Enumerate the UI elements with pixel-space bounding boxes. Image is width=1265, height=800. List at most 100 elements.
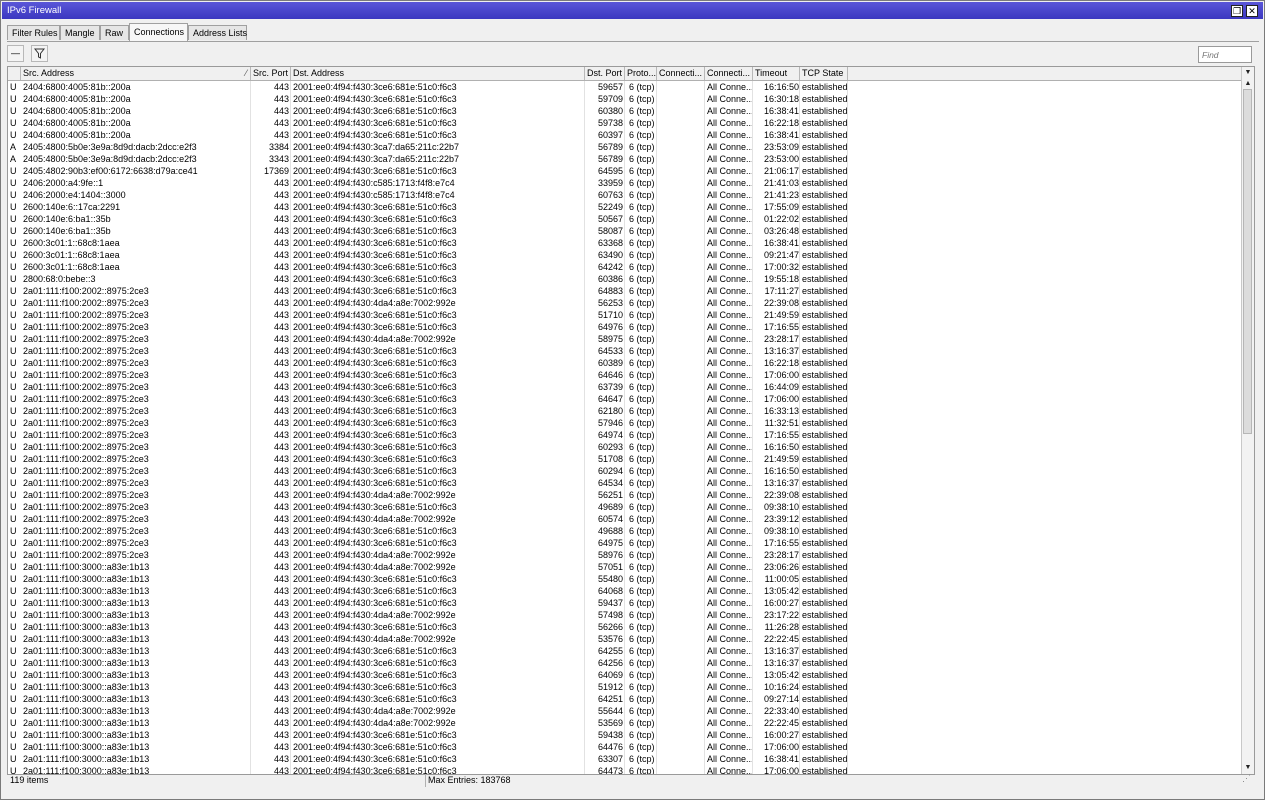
column-header-protocol[interactable]: Proto... — [625, 67, 657, 80]
column-header-flags[interactable] — [8, 67, 21, 80]
table-row[interactable]: U 2a01:111:f100:2002::8975:2ce3 443 2001:ee… — [8, 453, 1242, 465]
timeout-cell: 23:17:22 — [763, 610, 799, 620]
connection-type-cell: All Conne... — [707, 502, 752, 512]
table-row[interactable]: U 2a01:111:f100:3000::a83e:1b13 443 2001:ee… — [8, 669, 1242, 681]
remove-button[interactable] — [7, 45, 24, 62]
table-row[interactable]: U 2404:6800:4005:81b::200a 443 2001:ee0:4f9… — [8, 105, 1242, 117]
flag-cell: U — [10, 238, 17, 248]
scroll-menu-icon[interactable]: ▼ — [1242, 67, 1254, 79]
table-row[interactable]: U 2405:4802:90b3:ef00:6172:6638:d79a:ce41… — [8, 165, 1242, 177]
column-header-tcp-state[interactable]: TCP State — [800, 67, 848, 80]
filter-button[interactable] — [31, 45, 48, 62]
table-row[interactable]: U 2a01:111:f100:2002::8975:2ce3 443 2001:ee… — [8, 333, 1242, 345]
timeout-cell: 16:16:50 — [763, 466, 799, 476]
table-row[interactable]: U 2a01:111:f100:3000::a83e:1b13 443 2001:ee… — [8, 585, 1242, 597]
table-row[interactable]: U 2404:6800:4005:81b::200a 443 2001:ee0:4f9… — [8, 93, 1242, 105]
table-row[interactable]: U 2a01:111:f100:2002::8975:2ce3 443 2001:ee… — [8, 309, 1242, 321]
table-row[interactable]: U 2a01:111:f100:3000::a83e:1b13 443 2001:ee… — [8, 633, 1242, 645]
table-row[interactable]: U 2600:3c01:1::68c8:1aea 443 2001:ee0:4f94:… — [8, 249, 1242, 261]
tab-address-lists[interactable]: Address Lists — [188, 25, 247, 40]
table-row[interactable]: U 2600:3c01:1::68c8:1aea 443 2001:ee0:4f94:… — [8, 237, 1242, 249]
table-row[interactable]: U 2600:140e:6:ba1::35b 443 2001:ee0:4f94:f4… — [8, 225, 1242, 237]
timeout-cell: 16:30:18 — [763, 94, 799, 104]
table-row[interactable]: A 2405:4800:5b0e:3e9a:8d9d:dacb:2dcc:e2f3… — [8, 141, 1242, 153]
table-row[interactable]: U 2a01:111:f100:3000::a83e:1b13 443 2001:ee… — [8, 621, 1242, 633]
close-icon[interactable]: ✕ — [1246, 5, 1258, 17]
table-row[interactable]: U 2a01:111:f100:3000::a83e:1b13 443 2001:ee… — [8, 693, 1242, 705]
table-row[interactable]: U 2406:2000:a4:9fe::1 443 2001:ee0:4f94:f43… — [8, 177, 1242, 189]
find-input[interactable] — [1198, 46, 1252, 63]
table-row[interactable]: U 2600:140e:6:ba1::35b 443 2001:ee0:4f94:f4… — [8, 213, 1242, 225]
connection-type-cell: All Conne... — [707, 394, 752, 404]
table-row[interactable]: U 2a01:111:f100:2002::8975:2ce3 443 2001:ee… — [8, 441, 1242, 453]
table-row[interactable]: U 2a01:111:f100:3000::a83e:1b13 443 2001:ee… — [8, 645, 1242, 657]
column-header-dst-port[interactable]: Dst. Port — [585, 67, 625, 80]
tab-raw[interactable]: Raw — [100, 25, 129, 40]
restore-icon[interactable]: ❐ — [1231, 5, 1243, 17]
tab-connections[interactable]: Connections — [129, 23, 188, 41]
table-row[interactable]: U 2a01:111:f100:3000::a83e:1b13 443 2001:ee… — [8, 729, 1242, 741]
table-row[interactable]: U 2a01:111:f100:3000::a83e:1b13 443 2001:ee… — [8, 681, 1242, 693]
table-row[interactable]: U 2a01:111:f100:2002::8975:2ce3 443 2001:ee… — [8, 549, 1242, 561]
table-row[interactable]: U 2a01:111:f100:2002::8975:2ce3 443 2001:ee… — [8, 429, 1242, 441]
table-row[interactable]: U 2404:6800:4005:81b::200a 443 2001:ee0:4f9… — [8, 129, 1242, 141]
table-row[interactable]: U 2a01:111:f100:2002::8975:2ce3 443 2001:ee… — [8, 489, 1242, 501]
table-row[interactable]: U 2a01:111:f100:2002::8975:2ce3 443 2001:ee… — [8, 525, 1242, 537]
column-header-timeout[interactable]: Timeout — [753, 67, 800, 80]
table-row[interactable]: U 2404:6800:4005:81b::200a 443 2001:ee0:4f9… — [8, 81, 1242, 93]
table-row[interactable]: U 2404:6800:4005:81b::200a 443 2001:ee0:4f9… — [8, 117, 1242, 129]
title-bar[interactable]: IPv6 Firewall ❐ ✕ — [2, 2, 1263, 19]
table-row[interactable]: U 2a01:111:f100:2002::8975:2ce3 443 2001:ee… — [8, 501, 1242, 513]
flag-cell: U — [10, 622, 17, 632]
table-row[interactable]: U 2a01:111:f100:2002::8975:2ce3 443 2001:ee… — [8, 321, 1242, 333]
column-header-dst-address[interactable]: Dst. Address — [291, 67, 585, 80]
table-row[interactable]: A 2405:4800:5b0e:3e9a:8d9d:dacb:2dcc:e2f3… — [8, 153, 1242, 165]
vertical-scrollbar[interactable]: ▼ ▲ ▼ — [1241, 67, 1254, 774]
table-row[interactable]: U 2a01:111:f100:3000::a83e:1b13 443 2001:ee… — [8, 573, 1242, 585]
column-header-src-address[interactable]: Src. Address ⁄ — [21, 67, 251, 80]
table-row[interactable]: U 2a01:111:f100:3000::a83e:1b13 443 2001:ee… — [8, 705, 1242, 717]
table-row[interactable]: U 2a01:111:f100:2002::8975:2ce3 443 2001:ee… — [8, 369, 1242, 381]
table-row[interactable]: U 2a01:111:f100:2002::8975:2ce3 443 2001:ee… — [8, 393, 1242, 405]
connection-type-cell: All Conne... — [707, 178, 752, 188]
table-row[interactable]: U 2a01:111:f100:2002::8975:2ce3 443 2001:ee… — [8, 417, 1242, 429]
table-row[interactable]: U 2a01:111:f100:2002::8975:2ce3 443 2001:ee… — [8, 297, 1242, 309]
table-row[interactable]: U 2a01:111:f100:3000::a83e:1b13 443 2001:ee… — [8, 717, 1242, 729]
table-row[interactable]: U 2a01:111:f100:2002::8975:2ce3 443 2001:ee… — [8, 285, 1242, 297]
table-row[interactable]: U 2a01:111:f100:2002::8975:2ce3 443 2001:ee… — [8, 345, 1242, 357]
src-address-cell: 2a01:111:f100:2002::8975:2ce3 — [23, 370, 149, 380]
scroll-up-icon[interactable]: ▲ — [1242, 80, 1254, 88]
table-row[interactable]: U 2800:68:0:bebe::3 443 2001:ee0:4f94:f430:… — [8, 273, 1242, 285]
table-row[interactable]: U 2a01:111:f100:2002::8975:2ce3 443 2001:ee… — [8, 537, 1242, 549]
column-header-connection-type[interactable]: Connecti... — [705, 67, 753, 80]
connection-type-cell: All Conne... — [707, 262, 752, 272]
table-row[interactable]: U 2a01:111:f100:2002::8975:2ce3 443 2001:ee… — [8, 465, 1242, 477]
table-row[interactable]: U 2a01:111:f100:3000::a83e:1b13 443 2001:ee… — [8, 609, 1242, 621]
table-row[interactable]: U 2a01:111:f100:2002::8975:2ce3 443 2001:ee… — [8, 477, 1242, 489]
tab-mangle[interactable]: Mangle — [60, 25, 100, 40]
table-row[interactable]: U 2600:3c01:1::68c8:1aea 443 2001:ee0:4f94:… — [8, 261, 1242, 273]
table-row[interactable]: U 2a01:111:f100:2002::8975:2ce3 443 2001:ee… — [8, 405, 1242, 417]
table-row[interactable]: U 2a01:111:f100:3000::a83e:1b13 443 2001:ee… — [8, 657, 1242, 669]
table-row[interactable]: U 2a01:111:f100:3000::a83e:1b13 443 2001:ee… — [8, 597, 1242, 609]
table-row[interactable]: U 2406:2000:e4:1404::3000 443 2001:ee0:4f94… — [8, 189, 1242, 201]
column-header-connection-mark[interactable]: Connecti... — [657, 67, 705, 80]
table-row[interactable]: U 2a01:111:f100:3000::a83e:1b13 443 2001:ee… — [8, 765, 1242, 774]
table-row[interactable]: U 2a01:111:f100:2002::8975:2ce3 443 2001:ee… — [8, 357, 1242, 369]
table-row[interactable]: U 2a01:111:f100:3000::a83e:1b13 443 2001:ee… — [8, 753, 1242, 765]
resize-grip-icon[interactable]: ⋰ — [1242, 772, 1251, 785]
connection-mark-cell — [659, 585, 704, 597]
table-row[interactable]: U 2600:140e:6::17ca:2291 443 2001:ee0:4f94:… — [8, 201, 1242, 213]
tab-filter-rules[interactable]: Filter Rules — [7, 25, 60, 40]
flag-cell: U — [10, 682, 17, 692]
table-row[interactable]: U 2a01:111:f100:2002::8975:2ce3 443 2001:ee… — [8, 513, 1242, 525]
dst-address-cell: 2001:ee0:4f94:f430:4da4:a8e:7002:992e — [293, 718, 456, 728]
connection-mark-cell — [659, 201, 704, 213]
dst-address-cell: 2001:ee0:4f94:f430:3ce6:681e:51c0:f6c3 — [293, 658, 457, 668]
dst-address-cell: 2001:ee0:4f94:f430:3ce6:681e:51c0:f6c3 — [293, 670, 457, 680]
scrollbar-thumb[interactable] — [1243, 89, 1252, 434]
table-row[interactable]: U 2a01:111:f100:3000::a83e:1b13 443 2001:ee… — [8, 741, 1242, 753]
table-row[interactable]: U 2a01:111:f100:3000::a83e:1b13 443 2001:ee… — [8, 561, 1242, 573]
table-row[interactable]: U 2a01:111:f100:2002::8975:2ce3 443 2001:ee… — [8, 381, 1242, 393]
column-header-src-port[interactable]: Src. Port — [251, 67, 291, 80]
